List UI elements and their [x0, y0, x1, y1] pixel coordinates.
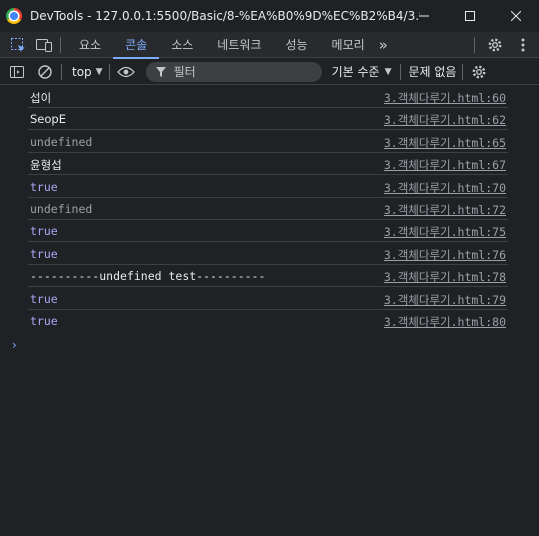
source-link[interactable]: 3.객체다루기.html:79	[384, 292, 506, 308]
kebab-menu-icon[interactable]	[513, 35, 533, 55]
filter-placeholder: 필터	[173, 65, 196, 79]
device-toolbar-icon[interactable]	[34, 35, 54, 55]
toolbar-divider	[399, 63, 401, 80]
tab-divider	[60, 36, 61, 53]
source-link[interactable]: 3.객체다루기.html:78	[384, 269, 506, 285]
console-message: true 3.객체다루기.html:80	[28, 310, 508, 332]
console-message: 섭이 3.객체다루기.html:60	[28, 86, 508, 108]
tab-network[interactable]: 네트워크	[205, 32, 273, 58]
console-message-text: 섭이	[30, 91, 52, 105]
sidebar-toggle-icon[interactable]	[7, 62, 27, 82]
minimize-icon	[419, 15, 429, 17]
context-selector[interactable]: top ▼	[72, 65, 103, 79]
gear-icon[interactable]	[485, 35, 505, 55]
console-message-text: true	[30, 179, 58, 194]
source-link[interactable]: 3.객체다루기.html:60	[384, 90, 506, 106]
console-message: SeopE 3.객체다루기.html:62	[28, 108, 508, 131]
tab-sources[interactable]: 소스	[159, 32, 205, 58]
caret-down-icon: ▼	[384, 66, 392, 77]
source-link[interactable]: 3.객체다루기.html:67	[384, 157, 506, 173]
console-message: true 3.객체다루기.html:79	[28, 288, 508, 310]
caret-down-icon: ▼	[95, 66, 103, 77]
close-button[interactable]	[493, 0, 539, 32]
toolbar-divider	[462, 63, 464, 80]
console-message: undefined 3.객체다루기.html:72	[28, 198, 508, 220]
console-message: true 3.객체다루기.html:75	[28, 220, 508, 243]
toolbar-divider	[61, 63, 62, 80]
eye-icon[interactable]	[116, 62, 136, 82]
console-settings-gear-icon[interactable]	[469, 62, 489, 82]
console-message-text: true	[30, 246, 58, 261]
console-message: ----------undefined test---------- 3.객체다…	[28, 265, 508, 288]
inspect-element-icon[interactable]	[8, 35, 28, 55]
source-link[interactable]: 3.객체다루기.html:76	[384, 247, 506, 263]
maximize-icon	[465, 11, 475, 21]
console-message-text: true	[30, 291, 58, 306]
console-message: undefined 3.객체다루기.html:65	[28, 131, 508, 153]
source-link[interactable]: 3.객체다루기.html:70	[384, 180, 506, 196]
close-icon	[511, 11, 521, 21]
source-link[interactable]: 3.객체다루기.html:72	[384, 202, 506, 218]
console-message-text: undefined	[30, 202, 93, 216]
console-message-text: true	[30, 224, 58, 239]
tab-memory[interactable]: 메모리	[320, 32, 377, 58]
tab-elements[interactable]: 요소	[67, 32, 113, 58]
source-link[interactable]: 3.객체다루기.html:65	[384, 135, 506, 151]
issues-counter[interactable]: 문제 없음	[409, 63, 457, 80]
log-levels-label: 기본 수준	[331, 65, 380, 79]
chevron-double-right-icon[interactable]: »	[379, 36, 388, 54]
console-message: true 3.객체다루기.html:70	[28, 176, 508, 198]
console-message: true 3.객체다루기.html:76	[28, 243, 508, 265]
filter-icon	[155, 66, 166, 77]
console-message-text: ----------undefined test----------	[30, 269, 266, 284]
tab-console[interactable]: 콘솔	[113, 32, 160, 59]
source-link[interactable]: 3.객체다루기.html:80	[384, 314, 506, 330]
log-levels-dropdown[interactable]: 기본 수준 ▼	[332, 63, 392, 80]
window-title: DevTools - 127.0.0.1:5500/Basic/8-%EA%B0…	[30, 9, 420, 23]
console-message: 윤형섭 3.객체다루기.html:67	[28, 153, 508, 176]
console-message-text: undefined	[30, 134, 93, 149]
maximize-button[interactable]	[447, 0, 493, 32]
window-titlebar: DevTools - 127.0.0.1:5500/Basic/8-%EA%B0…	[0, 0, 539, 32]
toolbar-divider	[108, 63, 110, 80]
console-message-text: SeopE	[30, 112, 66, 127]
context-label: top	[72, 64, 92, 79]
console-message-text: true	[30, 314, 58, 328]
devtools-tabbar: 요소 콘솔 소스 네트워크 성능 메모리 »	[0, 32, 539, 59]
minimize-button[interactable]	[401, 0, 447, 32]
source-link[interactable]: 3.객체다루기.html:62	[384, 112, 506, 128]
console-prompt-chevron-icon[interactable]: ›	[12, 338, 17, 352]
tab-divider	[474, 37, 475, 53]
chrome-logo-icon	[6, 8, 22, 24]
console-toolbar: top ▼ 필터 기본 수준 ▼ 문제 없음	[0, 59, 539, 85]
source-link[interactable]: 3.객체다루기.html:75	[384, 224, 506, 240]
console-message-text: 윤형섭	[30, 158, 62, 173]
console-output: 섭이 3.객체다루기.html:60 SeopE 3.객체다루기.html:62…	[0, 86, 539, 536]
clear-console-icon[interactable]	[35, 62, 55, 82]
filter-input[interactable]: 필터	[145, 61, 322, 82]
tab-performance[interactable]: 성능	[273, 32, 319, 58]
